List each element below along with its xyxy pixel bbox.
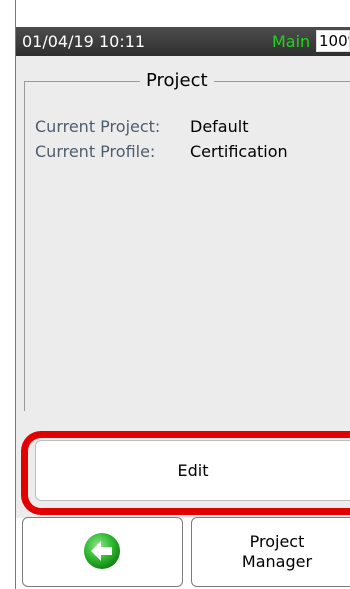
current-profile-label: Current Profile: [35, 142, 156, 161]
edit-button[interactable]: Edit [35, 440, 350, 501]
project-manager-label: Project Manager [241, 532, 313, 571]
back-arrow-icon [84, 533, 120, 569]
group-border-left [24, 81, 25, 411]
current-profile-value: Certification [190, 142, 288, 161]
panel-title: Project [140, 70, 214, 92]
current-project-label: Current Project: [35, 117, 161, 136]
project-manager-button[interactable]: Project Manager [191, 517, 350, 587]
back-button[interactable] [22, 517, 183, 587]
current-project-value: Default [190, 117, 249, 136]
status-mode: Main [272, 32, 311, 51]
status-bar: 01/04/19 10:11 Main 100% [16, 27, 350, 56]
status-datetime: 01/04/19 10:11 [22, 32, 146, 51]
battery-indicator: 100% [316, 30, 350, 52]
